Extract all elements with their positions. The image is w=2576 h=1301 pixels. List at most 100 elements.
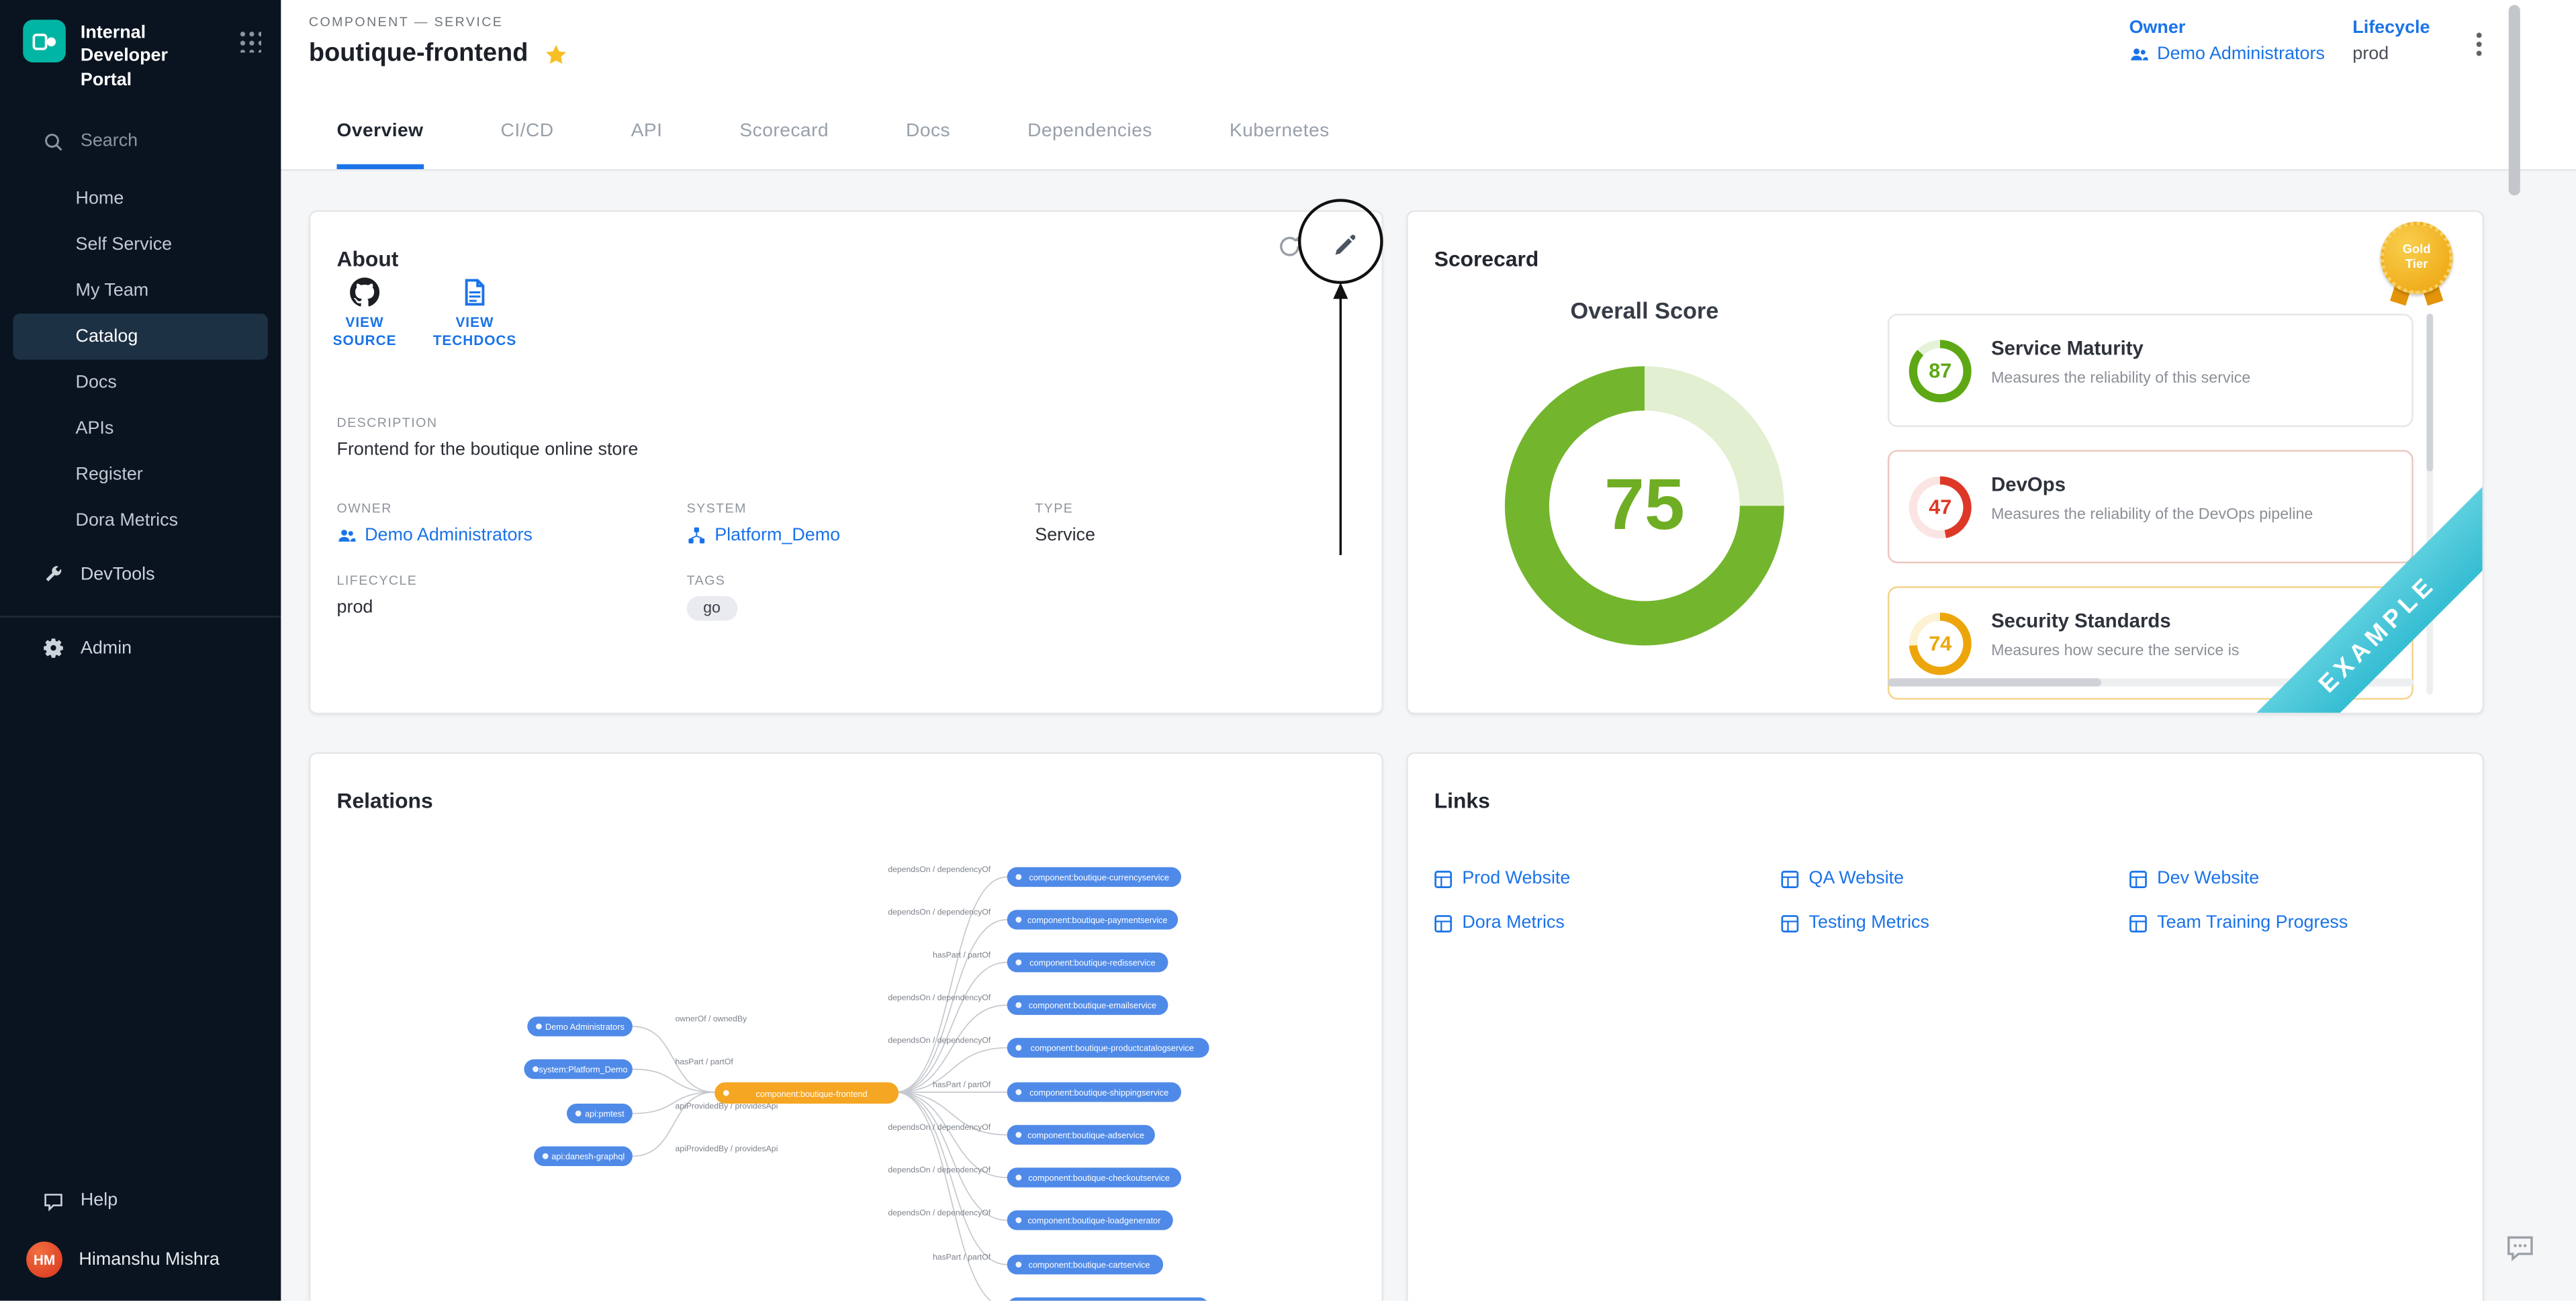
relation-node[interactable]: component:boutique-productcatalogservice [1007,1038,1209,1057]
link-label: Dev Website [2157,869,2259,888]
about-title: About [337,246,399,271]
link-team-training[interactable]: Team Training Progress [2129,910,2348,936]
relation-node-api-pmtest[interactable]: api:pmtest [567,1104,633,1123]
view-techdocs-label: VIEW TECHDOCS [429,314,521,351]
tab-docs[interactable]: Docs [906,92,950,169]
description-label: DESCRIPTION [337,416,639,430]
sidebar-item-apis[interactable]: APIs [0,405,281,452]
check-service-maturity[interactable]: 87 Service Maturity Measures the reliabi… [1888,314,2413,427]
relation-node[interactable]: component:boutique-checkoutservice [1007,1167,1181,1187]
system-field-link[interactable]: Platform_Demo [687,526,841,545]
owner-field-value: Demo Administrators [365,526,533,545]
relation-node[interactable]: component:boutique-currencyservice [1007,867,1181,887]
avatar: HM [26,1242,62,1278]
svg-text:component:boutique-shippingser: component:boutique-shippingservice [1029,1088,1168,1098]
check-name: Service Maturity [1991,337,2144,360]
apps-grid-icon[interactable] [238,30,261,52]
link-prod-website[interactable]: Prod Website [1434,865,1781,892]
type-field-label: TYPE [1035,501,1095,516]
favorite-star-icon[interactable] [545,42,569,66]
owner-value-link[interactable]: Demo Administrators [2129,44,2325,64]
kebab-menu-icon[interactable] [2466,26,2492,62]
owner-field-link[interactable]: Demo Administrators [337,526,533,545]
relation-node[interactable]: component:boutique-shippingservice [1007,1082,1181,1102]
user-profile[interactable]: HM Himanshu Mishra [0,1225,281,1284]
sidebar-item-devtools[interactable]: DevTools [0,550,281,599]
relation-node[interactable]: component:boutique-paymentservice [1007,910,1178,929]
check-name: Security Standards [1991,610,2171,632]
link-dev-website[interactable]: Dev Website [2129,865,2348,892]
type-field-value: Service [1035,526,1095,545]
relation-node[interactable]: component:boutique-recommendationservice [1007,1298,1209,1301]
link-dora-metrics[interactable]: Dora Metrics [1434,910,1781,936]
dashboard-icon [1781,869,1799,887]
relation-node-system[interactable]: system:Platform_Demo [524,1059,632,1079]
sidebar-item-admin[interactable]: Admin [0,624,281,673]
edge-label: dependsOn / dependencyOf [888,1122,991,1132]
owner-field-label: OWNER [337,501,533,516]
scorecard-title: Scorecard [1434,246,1539,271]
user-name: Himanshu Mishra [79,1250,219,1269]
system-field: SYSTEM Platform_Demo [687,501,841,545]
tab-api[interactable]: API [631,92,663,169]
edge-label: dependsOn / dependencyOf [888,1165,991,1175]
page-scrollbar-thumb[interactable] [2509,5,2520,195]
svg-text:Demo Administrators: Demo Administrators [545,1022,625,1032]
relation-node[interactable]: component:boutique-cartservice [1007,1255,1163,1274]
tab-overview[interactable]: Overview [337,92,424,169]
relation-node-api-graphql[interactable]: api:danesh-graphql [534,1147,633,1166]
check-devops[interactable]: 47 DevOps Measures the reliability of th… [1888,450,2413,563]
relation-node-center[interactable]: component:boutique-frontend [715,1082,899,1104]
tab-kubernetes[interactable]: Kubernetes [1230,92,1330,169]
gear-icon [43,638,64,659]
relation-node[interactable]: component:boutique-adservice [1007,1125,1155,1145]
edge-label: dependsOn / dependencyOf [888,865,991,874]
view-source-button[interactable]: VIEW SOURCE [327,277,403,351]
view-techdocs-button[interactable]: VIEW TECHDOCS [429,277,521,351]
sidebar-item-docs[interactable]: Docs [0,360,281,406]
edge-label: hasPart / partOf [675,1057,733,1066]
graph-logo-icon [30,27,58,55]
relation-node-owner[interactable]: Demo Administrators [527,1016,633,1036]
sidebar-item-self-service[interactable]: Self Service [0,222,281,268]
search-label: Search [81,132,138,152]
relation-node[interactable]: component:boutique-emailservice [1007,996,1168,1015]
check-score: 74 [1917,621,1964,667]
check-score: 87 [1917,348,1964,395]
svg-text:component:boutique-productcata: component:boutique-productcatalogservice [1031,1043,1194,1053]
tag-chip-go[interactable]: go [687,596,737,621]
link-qa-website[interactable]: QA Website [1781,865,2129,892]
about-card: About [309,210,1383,714]
relation-node[interactable]: component:boutique-redisservice [1007,953,1168,972]
sidebar-item-catalog[interactable]: Catalog [13,314,268,360]
breadcrumb: COMPONENT — SERVICE [309,15,503,30]
tab-scorecard[interactable]: Scorecard [739,92,829,169]
tab-cicd[interactable]: CI/CD [501,92,554,169]
sidebar-item-my-team[interactable]: My Team [0,268,281,314]
view-source-label: VIEW SOURCE [327,314,403,351]
edge-label: dependsOn / dependencyOf [888,908,991,917]
sidebar-search[interactable]: Search [43,131,281,152]
svg-text:component:boutique-adservice: component:boutique-adservice [1027,1130,1144,1140]
system-icon [687,526,706,545]
page-title: boutique-frontend [309,40,528,69]
edge-label: hasPart / partOf [933,1080,991,1090]
dashboard-icon [1434,914,1453,932]
relation-node[interactable]: component:boutique-loadgenerator [1007,1210,1173,1230]
gold-tier-label: Gold Tier [2397,244,2436,272]
sidebar-item-help[interactable]: Help [0,1176,281,1225]
dashboard-icon [2129,869,2148,887]
tab-dependencies[interactable]: Dependencies [1027,92,1152,169]
link-label: QA Website [1809,869,1904,888]
refresh-button[interactable] [1273,230,1306,263]
edge-label: ownerOf / ownedBy [675,1014,747,1024]
sidebar-item-dora-metrics[interactable]: Dora Metrics [0,497,281,544]
checks-vertical-scrollbar[interactable] [2426,314,2433,695]
check-gauge: 47 [1909,476,1972,538]
link-testing-metrics[interactable]: Testing Metrics [1781,910,2129,936]
sidebar-item-register[interactable]: Register [0,452,281,498]
edit-pencil-button[interactable] [1328,228,1361,261]
sidebar-item-home[interactable]: Home [0,176,281,222]
feedback-chat-icon[interactable] [2500,1228,2540,1268]
link-label: Team Training Progress [2157,913,2348,932]
